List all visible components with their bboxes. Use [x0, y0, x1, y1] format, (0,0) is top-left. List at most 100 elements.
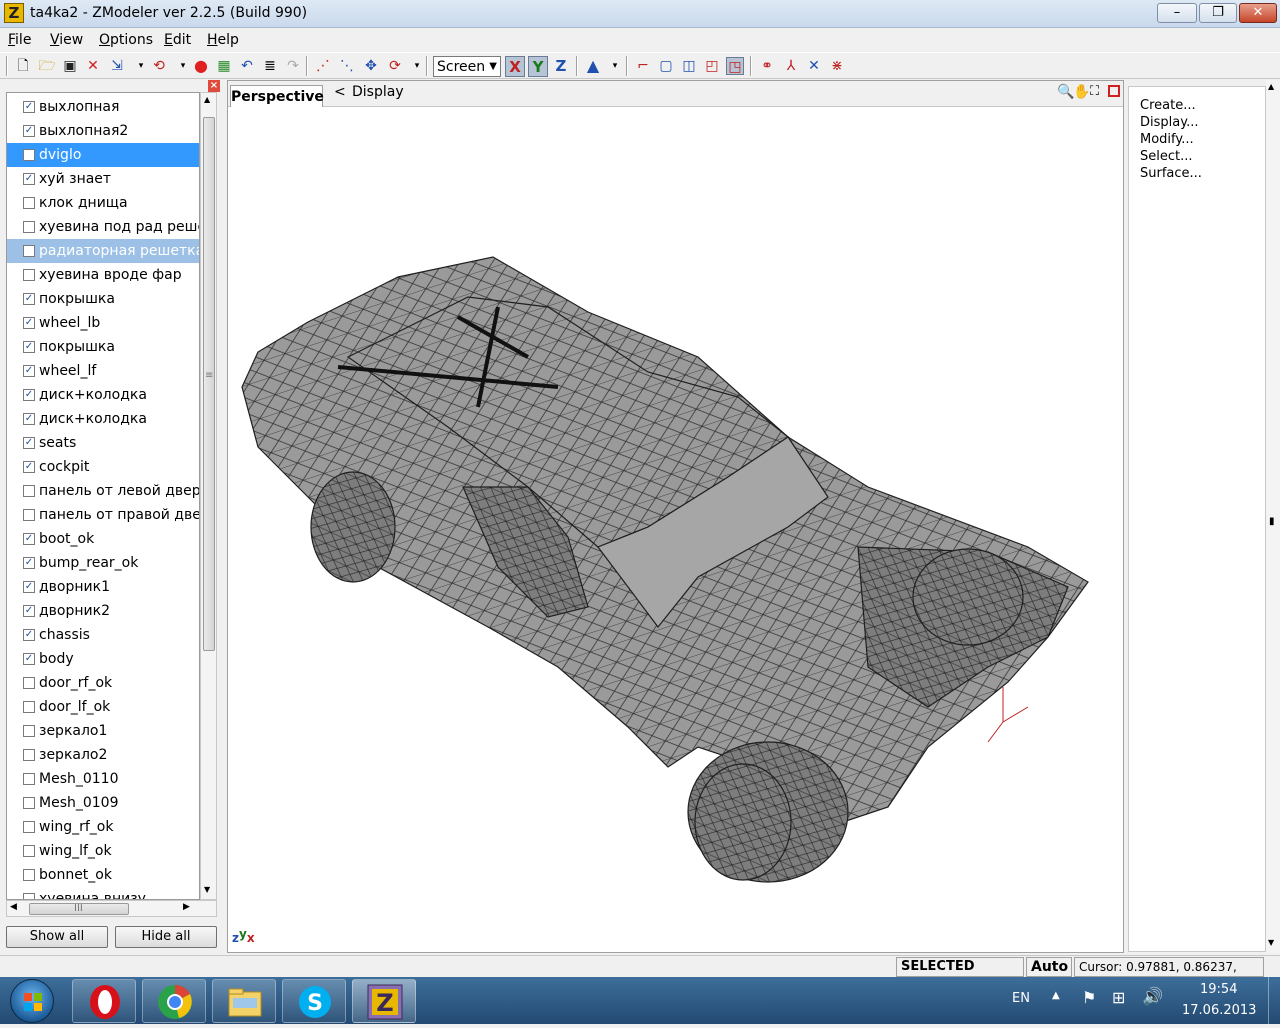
- delete-icon[interactable]: ✕: [84, 57, 102, 75]
- visibility-checkbox[interactable]: [23, 149, 35, 161]
- visibility-checkbox[interactable]: [23, 893, 35, 899]
- visibility-checkbox[interactable]: [23, 749, 35, 761]
- scrollbar-grip[interactable]: ▮: [1269, 516, 1275, 527]
- new-file-icon[interactable]: 🗋: [14, 57, 32, 75]
- taskbar-zmodeler[interactable]: Z: [352, 979, 416, 1023]
- car-mesh[interactable]: [228, 107, 1123, 953]
- list-item[interactable]: Mesh_0109: [7, 791, 199, 815]
- transform-icon[interactable]: ⋇: [828, 57, 846, 75]
- pivot-icon[interactable]: ✕: [805, 57, 823, 75]
- maximize-viewport-icon[interactable]: ⛶: [1090, 84, 1099, 99]
- clock-time[interactable]: 19:54: [1200, 982, 1237, 997]
- undo-icon[interactable]: ↶: [238, 57, 256, 75]
- render-icon[interactable]: ▦: [215, 57, 233, 75]
- redo-icon[interactable]: ↷: [284, 57, 302, 75]
- axis-y-toggle[interactable]: Y: [528, 56, 548, 77]
- scroll-left-icon[interactable]: ◀: [10, 902, 17, 912]
- list-item[interactable]: ✓ wheel_lf: [7, 359, 199, 383]
- visibility-checkbox[interactable]: ✓: [23, 581, 35, 593]
- visibility-checkbox[interactable]: ✓: [23, 461, 35, 473]
- list-item[interactable]: ✓ выхлопная2: [7, 119, 199, 143]
- menu-file[interactable]: File: [8, 32, 31, 48]
- visibility-checkbox[interactable]: ✓: [23, 173, 35, 185]
- list-item[interactable]: хуевина под рад решет: [7, 215, 199, 239]
- edge-mode-icon[interactable]: ▢: [657, 57, 675, 75]
- taskbar-explorer[interactable]: [212, 979, 276, 1023]
- visibility-checkbox[interactable]: [23, 509, 35, 521]
- link-icon[interactable]: ⚭: [758, 57, 776, 75]
- select-icon[interactable]: ⋰: [314, 57, 332, 75]
- record-icon[interactable]: ●: [192, 57, 210, 75]
- scroll-down-icon[interactable]: ▼: [204, 885, 210, 894]
- axis-x-toggle[interactable]: X: [505, 56, 525, 77]
- list-item[interactable]: зеркало2: [7, 743, 199, 767]
- visibility-checkbox[interactable]: [23, 773, 35, 785]
- list-item[interactable]: ✓ cockpit: [7, 455, 199, 479]
- close-icon[interactable]: ×: [208, 80, 220, 92]
- close-button[interactable]: ✕: [1239, 3, 1277, 23]
- list-item[interactable]: ✓ покрышка: [7, 335, 199, 359]
- undo-history-icon[interactable]: ⟲: [150, 57, 168, 75]
- network-icon[interactable]: ⊞: [1112, 988, 1125, 1007]
- show-all-button[interactable]: Show all: [6, 926, 108, 948]
- list-item[interactable]: ✓ wheel_lb: [7, 311, 199, 335]
- selected-mode-icon[interactable]: ◳: [726, 57, 744, 75]
- coordinate-space-select[interactable]: Screen ▼: [433, 56, 501, 77]
- visibility-checkbox[interactable]: ✓: [23, 365, 35, 377]
- list-item[interactable]: ✓ хуй знает: [7, 167, 199, 191]
- command-create[interactable]: Create...: [1140, 98, 1196, 113]
- visibility-checkbox[interactable]: [23, 197, 35, 209]
- visibility-checkbox[interactable]: ✓: [23, 341, 35, 353]
- menu-edit[interactable]: Edit: [164, 32, 191, 48]
- scroll-right-icon[interactable]: ▶: [183, 902, 190, 912]
- command-modify[interactable]: Modify...: [1140, 132, 1194, 147]
- properties-icon[interactable]: ≣: [261, 57, 279, 75]
- visibility-checkbox[interactable]: [23, 677, 35, 689]
- visibility-checkbox[interactable]: ✓: [23, 125, 35, 137]
- menu-options[interactable]: Options: [99, 32, 153, 48]
- visibility-checkbox[interactable]: ✓: [23, 293, 35, 305]
- pan-hand-icon[interactable]: ✋: [1073, 84, 1090, 100]
- list-item[interactable]: ✓ диск+колодка: [7, 407, 199, 431]
- viewport[interactable]: Perspective < Display 🔍 ✋ ⛶ zyx: [227, 80, 1124, 953]
- app-icon[interactable]: Z: [4, 3, 24, 23]
- visibility-checkbox[interactable]: ✓: [23, 413, 35, 425]
- axes-icon[interactable]: ⅄: [782, 57, 800, 75]
- visibility-checkbox[interactable]: [23, 869, 35, 881]
- select-mode-icon[interactable]: ⋱: [338, 57, 356, 75]
- volume-icon[interactable]: 🔊: [1142, 987, 1163, 1007]
- list-item[interactable]: клок днища: [7, 191, 199, 215]
- mode-dropdown-icon[interactable]: ▾: [408, 57, 426, 75]
- list-item[interactable]: door_lf_ok: [7, 695, 199, 719]
- list-item[interactable]: ✓ chassis: [7, 623, 199, 647]
- visibility-checkbox[interactable]: [23, 245, 35, 257]
- language-indicator[interactable]: EN: [1012, 991, 1030, 1006]
- hide-all-button[interactable]: Hide all: [115, 926, 217, 948]
- horizontal-scrollbar[interactable]: ◀ III ▶: [6, 900, 217, 917]
- command-surface[interactable]: Surface...: [1140, 166, 1202, 181]
- taskbar-chrome[interactable]: [142, 979, 206, 1023]
- command-display[interactable]: Display...: [1140, 115, 1198, 130]
- start-button[interactable]: [10, 979, 54, 1023]
- visibility-checkbox[interactable]: [23, 725, 35, 737]
- primitive-dropdown-icon[interactable]: ▾: [606, 57, 624, 75]
- visibility-checkbox[interactable]: ✓: [23, 437, 35, 449]
- menu-help[interactable]: Help: [207, 32, 239, 48]
- visibility-checkbox[interactable]: ✓: [23, 605, 35, 617]
- visibility-checkbox[interactable]: [23, 485, 35, 497]
- visibility-checkbox[interactable]: ✓: [23, 101, 35, 113]
- history-dropdown-icon[interactable]: ▾: [174, 57, 192, 75]
- visibility-checkbox[interactable]: [23, 221, 35, 233]
- tab-perspective[interactable]: Perspective: [230, 85, 324, 107]
- visibility-checkbox[interactable]: ✓: [23, 557, 35, 569]
- zoom-icon[interactable]: 🔍: [1057, 84, 1074, 100]
- taskbar-opera[interactable]: [72, 979, 136, 1023]
- cone-icon[interactable]: ▲: [584, 57, 602, 75]
- list-item[interactable]: wing_lf_ok: [7, 839, 199, 863]
- save-icon[interactable]: ▣: [61, 57, 79, 75]
- face-mode-icon[interactable]: ◫: [680, 57, 698, 75]
- breadcrumb[interactable]: Display: [352, 84, 404, 100]
- viewport-close-icon[interactable]: [1108, 85, 1120, 97]
- list-item[interactable]: Mesh_0110: [7, 767, 199, 791]
- list-item[interactable]: хуевина вроде фар: [7, 263, 199, 287]
